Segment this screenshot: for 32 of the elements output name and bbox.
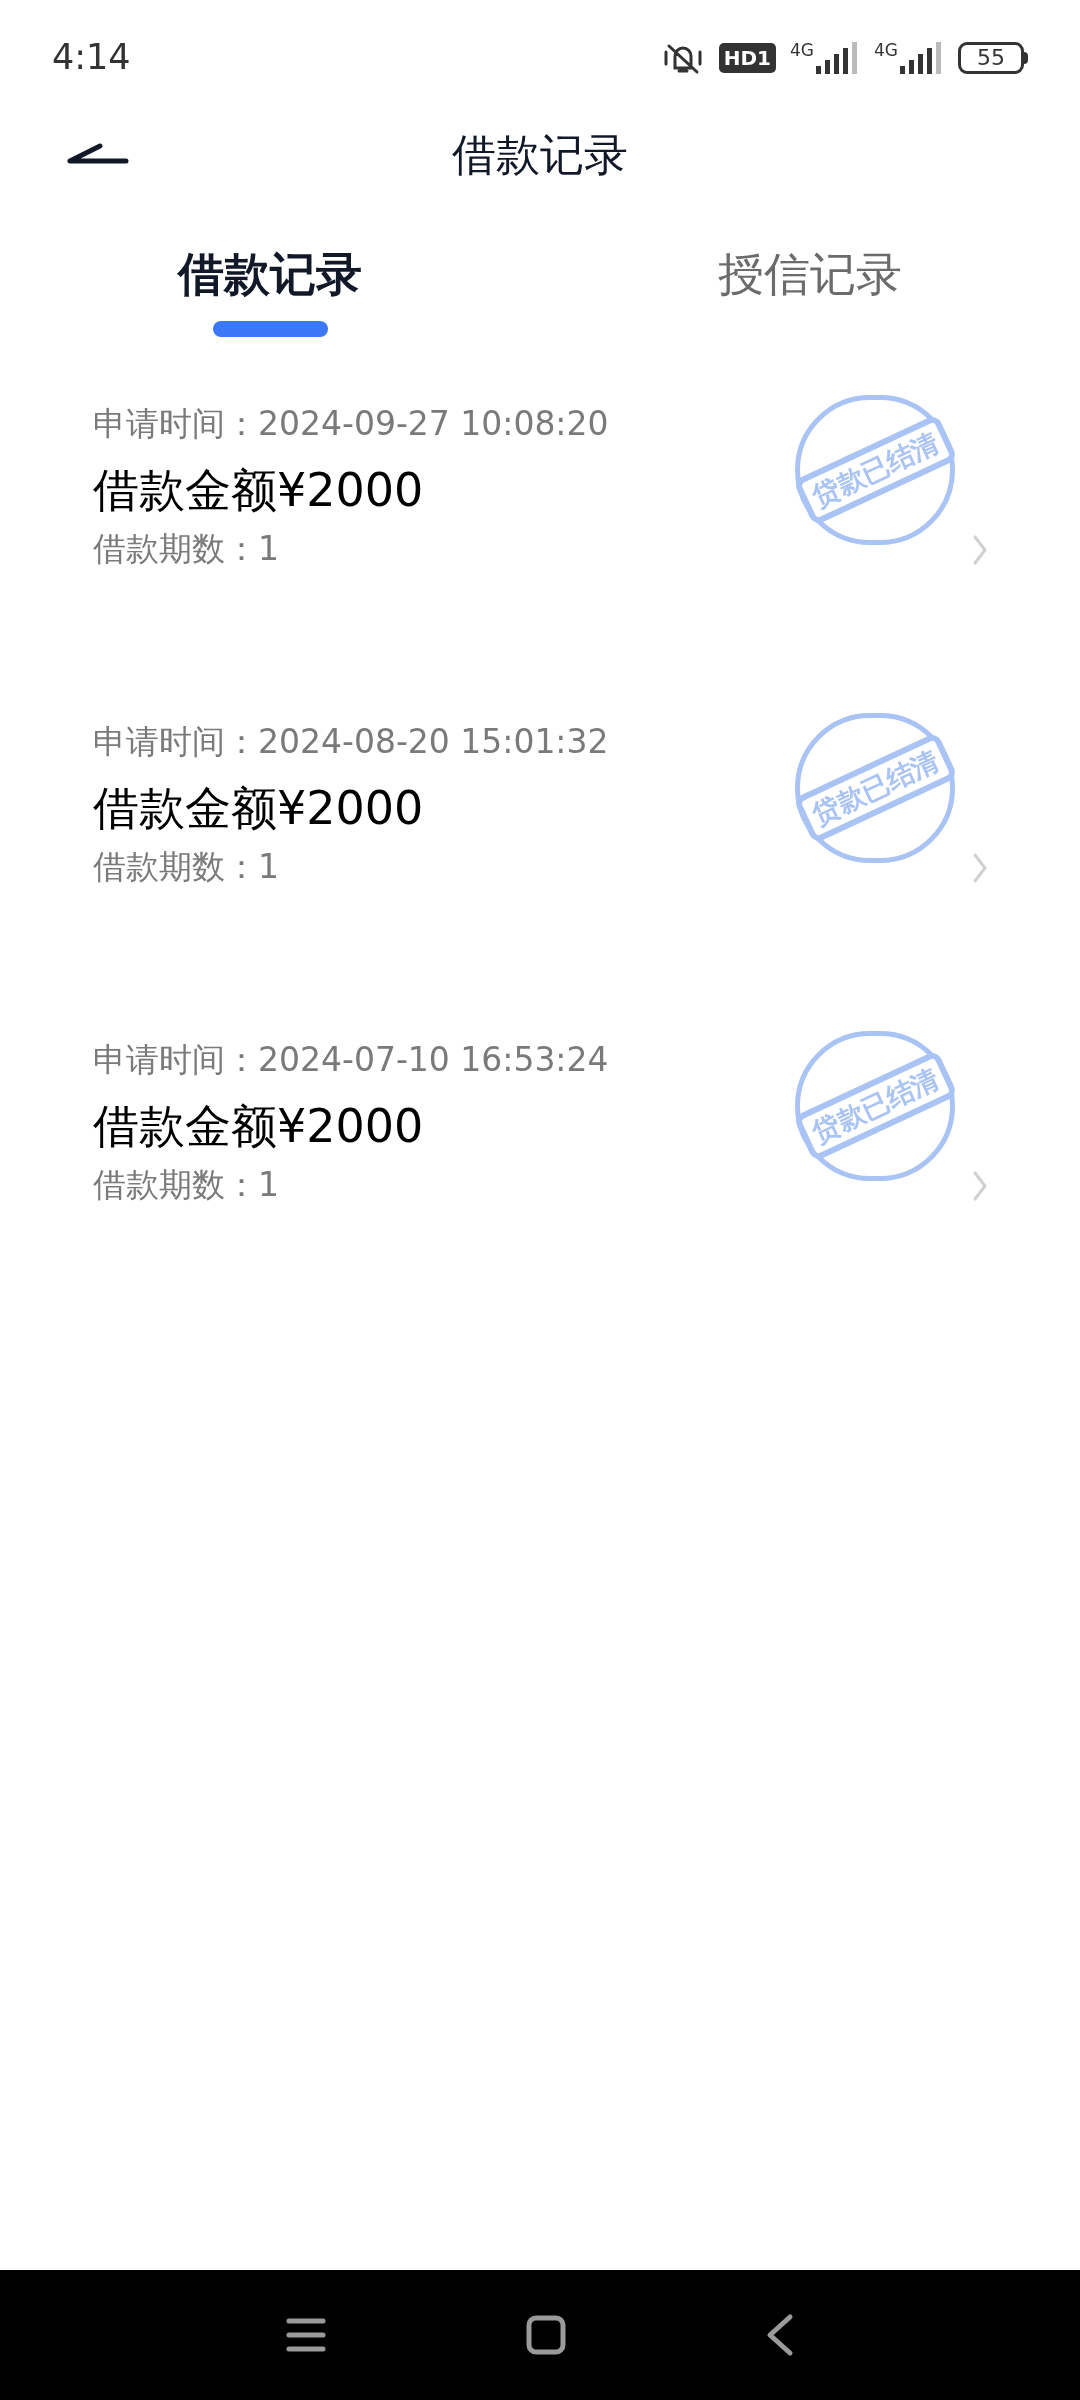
settled-stamp: 贷款已结清 [795, 395, 955, 545]
chevron-right-icon [972, 852, 988, 884]
chevron-right-icon [972, 534, 988, 566]
chevron-right-icon [972, 1170, 988, 1202]
back-arrow-icon[interactable] [66, 143, 130, 165]
apply-time: 申请时间：2024-07-10 16:53:24 [93, 1039, 609, 1081]
tab[interactable]: 借款记录 [178, 240, 362, 309]
battery-level: 55 [958, 41, 1024, 74]
loan-periods: 借款期数：1 [93, 528, 279, 570]
loan-periods: 借款期数：1 [93, 846, 279, 888]
apply-time: 申请时间：2024-08-20 15:01:32 [93, 721, 609, 763]
loan-amount: 借款金额¥2000 [93, 780, 424, 837]
signal-icon [816, 41, 860, 74]
apply-time: 申请时间：2024-09-27 10:08:20 [93, 403, 609, 445]
hd-badge: HD1 [718, 42, 776, 73]
loan-amount: 借款金额¥2000 [93, 462, 424, 519]
menu-icon[interactable] [286, 2317, 326, 2353]
loan-amount: 借款金额¥2000 [93, 1098, 424, 1155]
signal-icon [900, 41, 944, 74]
home-icon[interactable] [526, 2315, 566, 2355]
loan-periods: 借款期数：1 [93, 1164, 279, 1206]
record-item[interactable]: 申请时间：2024-07-10 16:53:24 借款金额¥2000 借款期数：1 贷款已结清 [0, 1016, 1080, 1334]
record-item[interactable]: 申请时间：2024-09-27 10:08:20 借款金额¥2000 借款期数：1 贷款已结清 [0, 380, 1080, 698]
back-icon[interactable] [766, 2313, 794, 2357]
network-label: 4G [874, 41, 898, 59]
settled-stamp: 贷款已结清 [795, 713, 955, 863]
settled-stamp: 贷款已结清 [795, 1031, 955, 1181]
page-title: 借款记录 [452, 128, 628, 182]
tab[interactable]: 授信记录 [718, 240, 902, 309]
status-time: 4:14 [52, 36, 131, 80]
network-label: 4G [790, 41, 814, 59]
record-item[interactable]: 申请时间：2024-08-20 15:01:32 借款金额¥2000 借款期数：1 贷款已结清 [0, 698, 1080, 1016]
